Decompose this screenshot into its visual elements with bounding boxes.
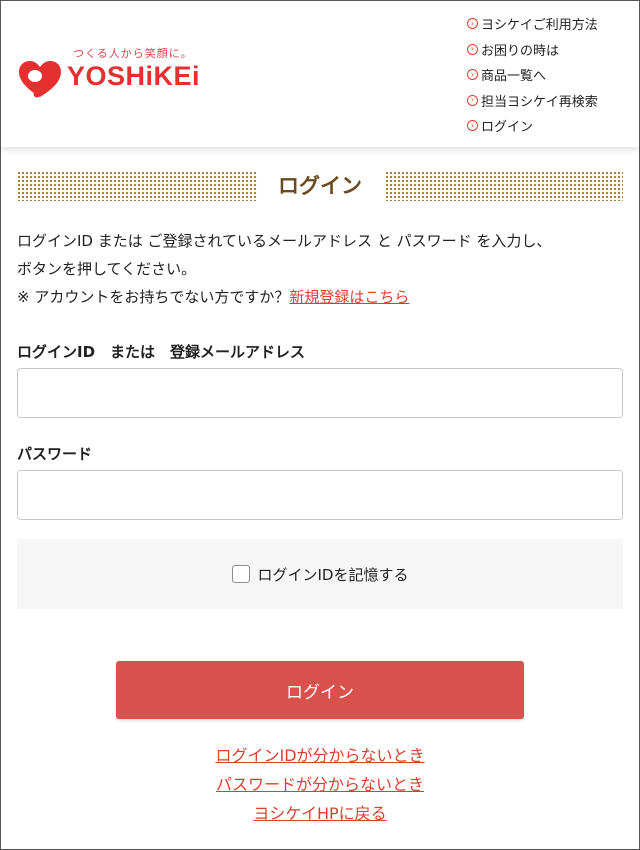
- remember-login-checkbox[interactable]: [231, 565, 250, 583]
- login-page: つくる人から笑顔に。 YOSHiKEi › ヨシケイご利用方法 › お困りの時は…: [0, 0, 640, 850]
- nav-item-how-to-use[interactable]: › ヨシケイご利用方法: [467, 11, 598, 37]
- top-nav: › ヨシケイご利用方法 › お困りの時は › 商品一覧へ › 担当ヨシケイ再検索…: [467, 11, 598, 139]
- circle-chevron-right-icon: ›: [467, 120, 478, 132]
- nav-item-label: ログイン: [481, 120, 534, 136]
- password-input[interactable]: [17, 470, 623, 520]
- circle-chevron-right-icon: ›: [467, 18, 478, 30]
- nav-item-label: 担当ヨシケイ再検索: [481, 94, 598, 110]
- page-title: ログイン: [278, 174, 362, 198]
- remember-login-panel: ログインIDを記憶する: [17, 539, 623, 609]
- login-id-input[interactable]: [17, 368, 623, 418]
- forgot-password-link[interactable]: パスワードが分からないとき: [1, 770, 639, 799]
- login-id-label: ログインID または 登録メールアドレス: [17, 343, 306, 361]
- instructions-line-1: ログインID または ご登録されているメールアドレス と パスワード を入力し、: [17, 232, 552, 250]
- nav-item-label: ヨシケイご利用方法: [481, 18, 598, 34]
- brand-logo-text[interactable]: YOSHiKEi: [67, 61, 200, 92]
- password-label: パスワード: [17, 445, 93, 463]
- page-title-row: ログイン: [17, 171, 623, 201]
- logo-heart-icon[interactable]: [17, 59, 63, 99]
- help-links: ログインIDが分からないとき パスワードが分からないとき ヨシケイHPに戻る: [1, 741, 639, 828]
- nav-item-branch-search[interactable]: › 担当ヨシケイ再検索: [467, 88, 598, 114]
- brand-tagline: つくる人から笑顔に。: [73, 47, 193, 60]
- instructions-line-3: ※ アカウントをお持ちでない方ですか？新規登録はこちら: [17, 283, 623, 311]
- nav-item-label: お困りの時は: [481, 43, 560, 59]
- nav-item-products[interactable]: › 商品一覧へ: [467, 62, 598, 88]
- remember-login-label[interactable]: ログインIDを記憶する: [258, 564, 409, 585]
- no-account-text: ※ アカウントをお持ちでない方ですか？: [17, 288, 290, 306]
- register-link[interactable]: 新規登録はこちら: [289, 288, 409, 306]
- nav-item-login[interactable]: › ログイン: [467, 113, 598, 139]
- site-header: つくる人から笑顔に。 YOSHiKEi › ヨシケイご利用方法 › お困りの時は…: [1, 1, 639, 147]
- instructions-line-2: ボタンを押してください。: [17, 260, 197, 278]
- back-to-homepage-link[interactable]: ヨシケイHPに戻る: [1, 799, 639, 828]
- login-button[interactable]: ログイン: [116, 661, 524, 719]
- forgot-login-id-link[interactable]: ログインIDが分からないとき: [1, 741, 639, 770]
- nav-item-help[interactable]: › お困りの時は: [467, 37, 598, 63]
- nav-item-label: 商品一覧へ: [481, 69, 547, 85]
- circle-chevron-right-icon: ›: [467, 94, 478, 106]
- login-instructions: ログインID または ご登録されているメールアドレス と パスワード を入力し、…: [17, 227, 623, 311]
- circle-chevron-right-icon: ›: [467, 69, 478, 81]
- circle-chevron-right-icon: ›: [467, 43, 478, 55]
